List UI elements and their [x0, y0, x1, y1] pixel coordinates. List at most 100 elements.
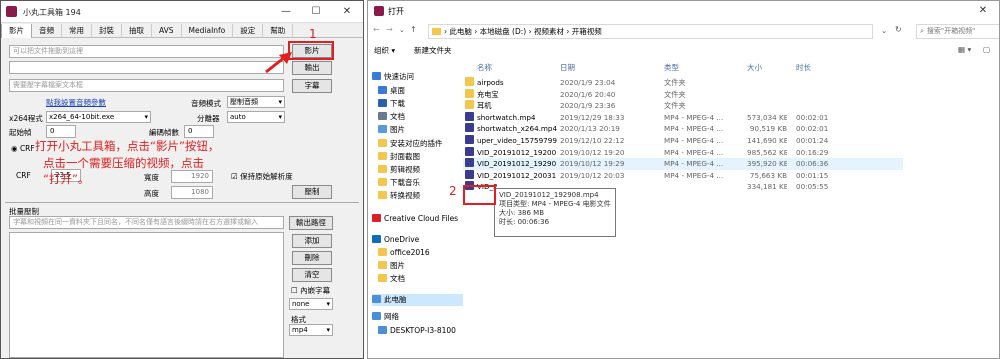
file-tooltip: VID_20191012_192908.mp4 项目类型: MP4 - MPEG…	[494, 188, 616, 237]
organize-button[interactable]: 组织 ▾	[374, 45, 395, 56]
nav-item[interactable]: 图片	[378, 124, 463, 136]
subtitle-select[interactable]: none	[289, 298, 333, 310]
dropdown-chevron-icon[interactable]: ⌄	[881, 26, 887, 35]
tab-mediainfo[interactable]: MediaInfo	[182, 24, 234, 38]
subtitle-button[interactable]: 字幕	[292, 79, 332, 93]
nav-item[interactable]: 文档	[378, 111, 463, 123]
nav-item[interactable]: 快速访问	[372, 71, 463, 83]
file-type: 文件夹	[664, 89, 686, 99]
minimize-icon[interactable]: —	[271, 1, 301, 23]
nav-item[interactable]: Creative Cloud Files	[372, 213, 463, 225]
navigation-pane: 快速访问 桌面 下载 文档 图片 安装对应的插件 封面截图 剪辑视频 下载音乐 转换视频 Creat…	[368, 63, 463, 358]
tab-mux[interactable]: 封裝	[92, 24, 122, 38]
batch-subtitle-input[interactable]: 字幕和視頻在同一資料夾下且同名，不同名僅有語言後綴時請在右方選擇或輸入	[9, 216, 284, 229]
batch-file-list[interactable]	[9, 232, 284, 358]
tab-help[interactable]: 幫助	[263, 24, 294, 38]
keep-resolution-checkbox[interactable]: ☑ 保持原始解析度	[231, 171, 293, 182]
embed-subtitle-label: 內嵌字幕	[300, 286, 331, 295]
file-type: 文件夹	[664, 78, 686, 87]
nav-item[interactable]: OneDrive	[372, 234, 463, 246]
column-size[interactable]: 大小	[747, 62, 762, 74]
output-button[interactable]: 輸出	[292, 61, 332, 75]
file-row[interactable]: uper_video_15759799... 2019/12/10 22:12 MP…	[463, 135, 903, 147]
encode-frames-input[interactable]: 0	[184, 125, 214, 138]
close-icon[interactable]: ✕	[332, 1, 362, 23]
forward-icon[interactable]: →	[386, 25, 393, 34]
format-select[interactable]: mp4	[289, 324, 333, 336]
maximize-icon[interactable]: ☐	[301, 1, 331, 23]
nav-item-label: office2016	[390, 248, 430, 257]
file-row[interactable]: shortwatch_x264.mp4 2020/1/13 20:19 MP4 - …	[463, 123, 903, 135]
height-input[interactable]: 1080	[171, 186, 213, 199]
breadcrumb-drive[interactable]: 本地磁盘 (D:)	[480, 27, 527, 36]
back-icon[interactable]: ←	[373, 25, 380, 34]
nav-item[interactable]: 文档	[378, 273, 463, 285]
file-size: 75,663 KB	[749, 170, 787, 180]
nav-item[interactable]: 下载	[378, 98, 463, 110]
file-row[interactable]: airpods 2020/1/9 23:04 文件夹	[463, 77, 903, 89]
file-row[interactable]: VID_20191012_19290... 2019/10/12 19:29 MP4…	[463, 158, 903, 170]
breadcrumb-material[interactable]: 视频素材	[534, 27, 564, 36]
tab-audio[interactable]: 音頻	[32, 24, 62, 38]
x264-select[interactable]: x264_64-10bit.exe	[46, 111, 151, 123]
nav-item[interactable]: 封面截图	[378, 151, 463, 163]
nav-item[interactable]: 剪辑视频	[378, 164, 463, 176]
splitter-select[interactable]: auto	[227, 111, 285, 123]
column-duration[interactable]: 时长	[796, 62, 811, 74]
width-input[interactable]: 1920	[171, 170, 213, 183]
video-input[interactable]: 可以把文件拖動到這裡	[9, 45, 284, 58]
file-date: 2020/1/13 20:19	[560, 124, 620, 134]
nav-item[interactable]: 图片	[378, 260, 463, 272]
crf-radio[interactable]: ◉ CRF	[11, 144, 35, 153]
up-icon[interactable]: ↑	[410, 25, 417, 34]
folder-icon	[432, 28, 441, 35]
output-input[interactable]	[9, 61, 284, 74]
search-input[interactable]: ⌕ 搜索"开箱视频"	[916, 24, 999, 39]
preview-pane-icon[interactable]: ▢	[983, 45, 990, 54]
file-name: uper_video_15759799...	[477, 136, 557, 145]
file-row[interactable]: 充电宝 2020/1/6 20:40 文件夹	[463, 88, 903, 101]
output-path-button[interactable]: 輸出路徑	[289, 216, 333, 230]
column-date[interactable]: 日期	[560, 62, 575, 74]
file-duration: 00:05:55	[796, 182, 829, 192]
file-row[interactable]: 耳机 2020/1/9 23:36 文件夹	[463, 100, 903, 112]
start-frame-input[interactable]: 0	[46, 125, 76, 138]
nav-item[interactable]: 网络	[372, 311, 463, 323]
height-label: 高度	[144, 189, 159, 198]
encode-button[interactable]: 壓制	[292, 185, 332, 199]
file-row[interactable]: VID_20191012_20031... 2019/10/12 20:03 MP4…	[463, 169, 903, 182]
tab-settings[interactable]: 設定	[233, 24, 264, 38]
file-date: 2020/1/9 23:04	[560, 78, 616, 87]
file-name: 耳机	[477, 101, 492, 111]
breadcrumb[interactable]: › 此电脑 › 本地磁盘 (D:) › 视频素材 › 开箱视频	[428, 24, 873, 39]
nav-item-label: 文档	[390, 274, 405, 283]
tab-common[interactable]: 常用	[62, 24, 92, 38]
column-name[interactable]: 名称	[477, 62, 492, 74]
new-folder-button[interactable]: 新建文件夹	[414, 45, 452, 56]
nav-item-label: 剪辑视频	[390, 165, 420, 174]
add-button[interactable]: 添加	[292, 234, 332, 248]
breadcrumb-this-pc[interactable]: 此电脑	[449, 27, 472, 36]
history-chevron-icon[interactable]: ⌄	[399, 26, 405, 34]
nav-item[interactable]: office2016	[378, 247, 463, 259]
close-icon[interactable]: ✕	[968, 1, 998, 22]
nav-item[interactable]: 桌面	[378, 85, 463, 97]
delete-button[interactable]: 刪除	[292, 251, 332, 265]
nav-item[interactable]: 此电脑	[372, 294, 463, 306]
tab-video[interactable]: 影片	[1, 24, 32, 38]
breadcrumb-unbox[interactable]: 开箱视频	[572, 27, 602, 36]
nav-item[interactable]: 安装对应的插件	[378, 138, 463, 150]
file-row[interactable]: VID_20191012_19200... 2019/10/12 19:20 MP4…	[463, 146, 903, 159]
clear-button[interactable]: 清空	[292, 268, 332, 282]
audio-mode-select[interactable]: 壓制音頻	[227, 96, 285, 108]
refresh-icon[interactable]: ↻	[895, 25, 902, 34]
subtitle-input[interactable]: 需要壓字幕檔案文本框	[9, 79, 284, 92]
tab-extract[interactable]: 抽取	[122, 24, 152, 38]
audio-params-link[interactable]: 點我設置音頻參數	[46, 97, 106, 108]
column-type[interactable]: 类型	[664, 62, 679, 74]
tab-avs[interactable]: AVS	[152, 24, 182, 38]
file-row[interactable]: shortwatch.mp4 2019/12/29 18:33 MP4 - MPEG…	[463, 111, 903, 124]
nav-item[interactable]: DESKTOP-I3-8100	[378, 325, 463, 337]
view-options-icon[interactable]: ▦ ▾	[958, 45, 971, 54]
embed-subtitle-checkbox[interactable]: ☐ 內嵌字幕	[291, 285, 330, 296]
